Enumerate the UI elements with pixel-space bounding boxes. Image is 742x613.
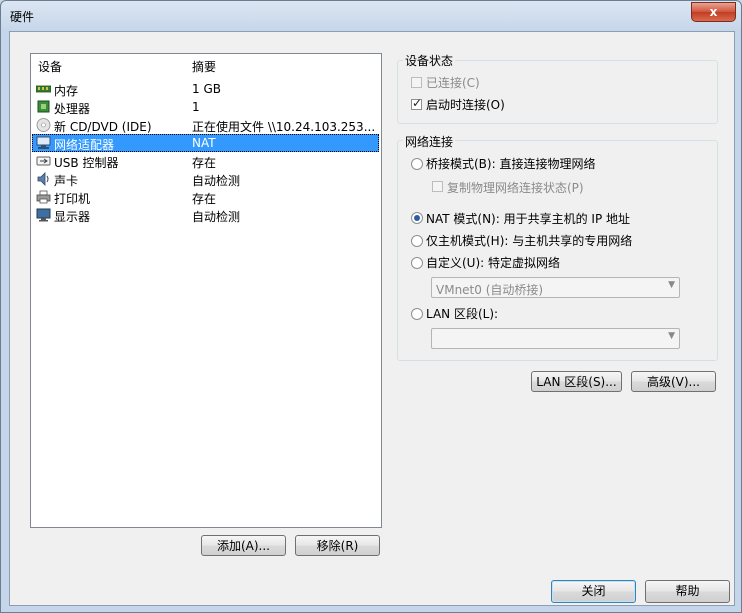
device-name: 内存 [54, 84, 79, 98]
connect-on-start-label: 启动时连接(O) [426, 98, 505, 112]
device-row-processor[interactable]: 处理器 1 [32, 98, 379, 116]
device-name: 显示器 [54, 210, 91, 224]
column-header-summary[interactable]: 摘要 [192, 58, 216, 75]
processor-icon [37, 100, 50, 113]
device-row-network-adapter[interactable]: 网络适配器 NAT [32, 134, 379, 152]
device-summary: NAT [192, 136, 216, 150]
device-row-memory[interactable]: 内存 1 GB [32, 80, 379, 98]
device-row-display[interactable]: 显示器 自动检测 [32, 206, 379, 224]
device-list-header: 设备 摘要 [31, 54, 381, 74]
connected-checkbox[interactable] [411, 77, 422, 88]
dialog-body: 设备 摘要 内存 1 GB 处理器 1 新 CD/DVD (IDE) 正在使用文… [9, 31, 735, 606]
lan-segment-select[interactable]: ▼ [431, 328, 680, 349]
connect-on-start-checkbox[interactable]: ✓ [411, 96, 423, 110]
display-icon [36, 208, 51, 222]
custom-network-value: VMnet0 (自动桥接) [436, 283, 544, 297]
bridged-label: 桥接模式(B): 直接连接物理网络 [426, 157, 596, 171]
cd-dvd-icon [36, 118, 51, 132]
lan-segment-radio[interactable] [411, 308, 423, 320]
custom-radio[interactable] [411, 257, 423, 269]
device-name: 声卡 [54, 174, 79, 188]
column-header-device[interactable]: 设备 [38, 58, 62, 75]
device-summary: 1 [192, 100, 200, 114]
device-summary: 存在 [192, 192, 217, 206]
device-row-sound-card[interactable]: 声卡 自动检测 [32, 170, 379, 188]
checkmark-icon: ✓ [412, 96, 423, 110]
connected-label: 已连接(C) [426, 76, 480, 90]
device-row-usb[interactable]: USB 控制器 存在 [32, 152, 379, 170]
device-summary: 自动检测 [192, 174, 241, 188]
device-summary: 正在使用文件 \\10.24.103.253... [192, 120, 376, 134]
device-name: 处理器 [54, 102, 91, 116]
replicate-state-checkbox[interactable] [432, 181, 443, 192]
device-row-printer[interactable]: 打印机 存在 [32, 188, 379, 206]
device-list[interactable]: 设备 摘要 内存 1 GB 处理器 1 新 CD/DVD (IDE) 正在使用文… [30, 53, 382, 528]
network-adapter-icon [36, 136, 51, 149]
device-summary: 1 GB [192, 82, 221, 96]
device-summary: 存在 [192, 156, 217, 170]
memory-icon [36, 85, 51, 93]
bridged-radio[interactable] [411, 158, 423, 170]
network-connection-title: 网络连接 [403, 133, 456, 150]
hardware-dialog: 硬件 x 设备 摘要 内存 1 GB 处理器 1 新 CD/DVD (IDE) … [0, 0, 742, 613]
lan-segment-label: LAN 区段(L): [426, 307, 499, 321]
printer-icon [36, 190, 51, 204]
usb-icon [36, 156, 51, 166]
chevron-down-icon: ▼ [668, 331, 675, 341]
nat-label: NAT 模式(N): 用于共享主机的 IP 地址 [426, 212, 631, 226]
lan-segments-button[interactable]: LAN 区段(S)... [531, 371, 622, 392]
device-name: 网络适配器 [54, 138, 115, 152]
device-row-cd-dvd[interactable]: 新 CD/DVD (IDE) 正在使用文件 \\10.24.103.253... [32, 116, 379, 134]
device-name: USB 控制器 [54, 156, 119, 170]
chevron-down-icon: ▼ [668, 280, 675, 290]
host-only-radio[interactable] [411, 235, 423, 247]
radio-selected-dot [414, 215, 420, 221]
device-status-group [397, 60, 718, 124]
advanced-button[interactable]: 高级(V)... [631, 371, 716, 392]
sound-card-icon [37, 172, 49, 186]
device-name: 新 CD/DVD (IDE) [54, 120, 152, 134]
window-close-button[interactable]: x [691, 2, 736, 22]
device-status-title: 设备状态 [403, 52, 456, 69]
help-button[interactable]: 帮助 [645, 580, 730, 603]
custom-label: 自定义(U): 特定虚拟网络 [426, 256, 561, 270]
device-summary: 自动检测 [192, 210, 241, 224]
window-title: 硬件 [10, 10, 35, 24]
host-only-label: 仅主机模式(H): 与主机共享的专用网络 [426, 234, 633, 248]
close-button[interactable]: 关闭 [551, 580, 636, 603]
nat-radio[interactable] [411, 212, 423, 224]
replicate-state-label: 复制物理网络连接状态(P) [447, 181, 584, 195]
remove-device-button[interactable]: 移除(R) [295, 535, 380, 556]
add-device-button[interactable]: 添加(A)... [201, 535, 286, 556]
device-name: 打印机 [54, 192, 91, 206]
custom-network-select[interactable]: VMnet0 (自动桥接) ▼ [431, 277, 680, 298]
